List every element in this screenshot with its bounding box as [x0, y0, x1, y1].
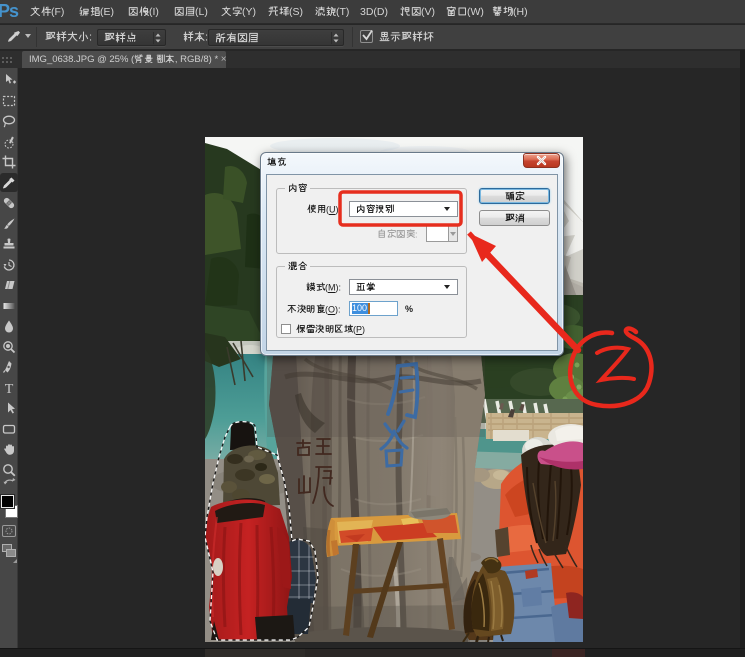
svg-text:T: T [5, 382, 14, 396]
